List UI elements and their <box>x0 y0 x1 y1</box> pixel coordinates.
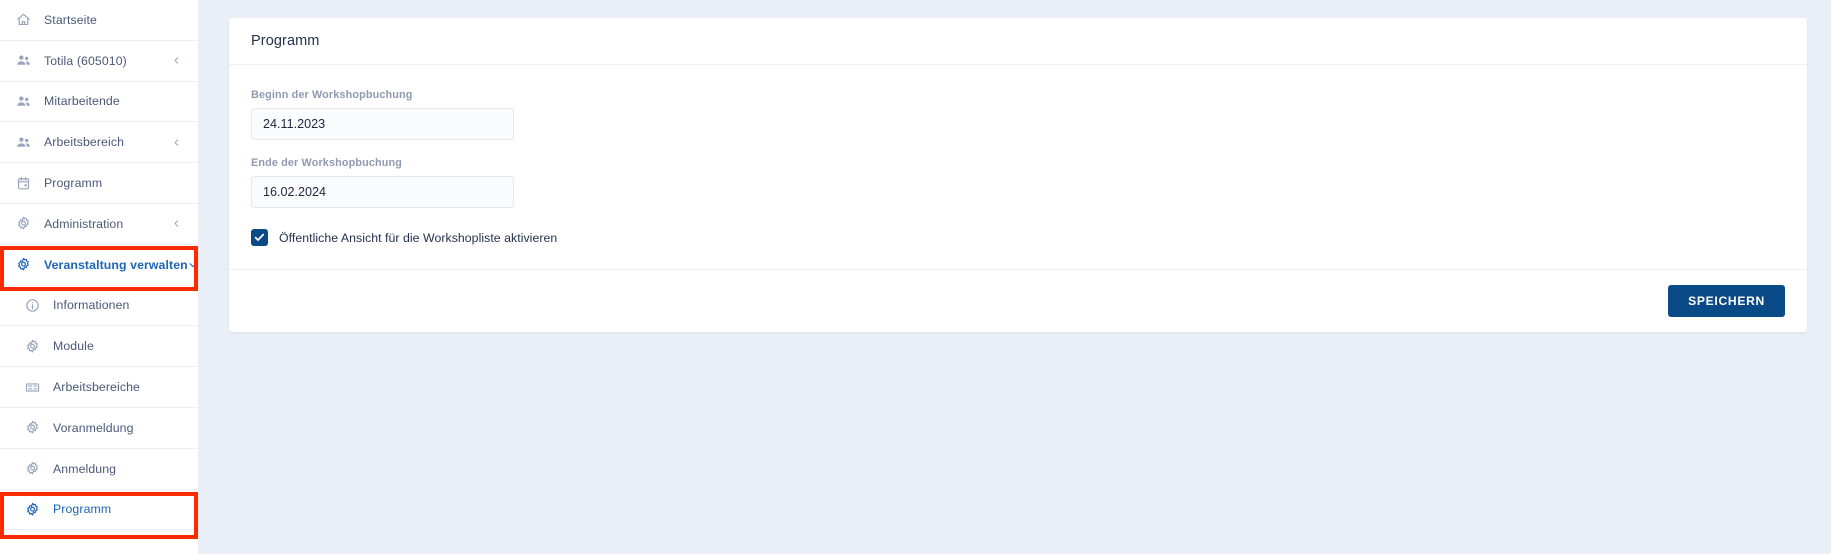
main-content: Programm Beginn der Workshopbuchung 24.11… <box>198 0 1831 554</box>
sidebar-item-programm[interactable]: Programm <box>0 163 198 204</box>
sidebar-subitem-voranmeldung[interactable]: Voranmeldung <box>0 407 198 449</box>
sidebar-subitem-anmeldung[interactable]: Anmeldung <box>0 448 198 490</box>
sidebar-subitem-label: Arbeitsbereiche <box>53 380 140 395</box>
sidebar-item-arbeitsbereich[interactable]: Arbeitsbereich <box>0 122 198 164</box>
form-field: Beginn der Workshopbuchung 24.11.2023 <box>251 89 1785 140</box>
card-body: Beginn der Workshopbuchung 24.11.2023 Ende… <box>229 65 1807 269</box>
sidebar-item-label: Arbeitsbereich <box>44 135 125 150</box>
chevron-left-icon[interactable] <box>171 218 182 229</box>
public-view-checkbox-row[interactable]: Öffentliche Ansicht für die Workshoplist… <box>251 229 1785 246</box>
card-header: Programm <box>229 18 1807 65</box>
sidebar-subitem-label: Informationen <box>53 298 130 313</box>
sidebar-sub-nav-list: Informationen Module Arbeitsbereiche Voranm… <box>0 285 198 531</box>
gear-icon <box>23 418 42 437</box>
sidebar-item-veranstaltung-verwalten[interactable]: Veranstaltung verwalten <box>0 244 198 286</box>
sidebar-item-totila-605010[interactable]: Totila (605010) <box>0 40 198 82</box>
chevron-down-icon[interactable] <box>188 259 198 270</box>
sidebar-subitem-module[interactable]: Module <box>0 326 198 368</box>
people-icon <box>14 133 33 152</box>
sidebar-subitem-programm[interactable]: Programm <box>0 489 198 531</box>
sidebar-subitem-informationen[interactable]: Informationen <box>0 285 198 327</box>
sidebar-subitem-arbeitsbereiche[interactable]: Arbeitsbereiche <box>0 367 198 408</box>
booking-end-date-input[interactable]: 16.02.2024 <box>251 176 514 208</box>
sidebar-item-mitarbeitende[interactable]: Mitarbeitende <box>0 81 198 123</box>
booking-start-date-input[interactable]: 24.11.2023 <box>251 108 514 140</box>
form-fields: Beginn der Workshopbuchung 24.11.2023 Ende… <box>251 89 1785 208</box>
sidebar-subitem-label: Voranmeldung <box>53 420 134 435</box>
sidebar: Startseite Totila (605010) Mitarbeitende Ar… <box>0 0 198 554</box>
form-field: Ende der Workshopbuchung 16.02.2024 <box>251 157 1785 208</box>
gear-icon <box>23 337 42 356</box>
programm-card: Programm Beginn der Workshopbuchung 24.11… <box>229 18 1807 332</box>
people-icon <box>14 51 33 70</box>
page-title: Programm <box>251 33 320 49</box>
sidebar-item-startseite[interactable]: Startseite <box>0 0 198 41</box>
sidebar-subitem-label: Module <box>53 339 94 354</box>
gear-icon <box>14 214 33 233</box>
public-view-checkbox-label: Öffentliche Ansicht für die Workshoplist… <box>279 230 558 245</box>
chevron-left-icon[interactable] <box>171 55 182 66</box>
gear-icon <box>23 459 42 478</box>
sidebar-item-label: Administration <box>44 216 124 231</box>
public-view-checkbox[interactable] <box>251 229 268 246</box>
field-label: Ende der Workshopbuchung <box>251 157 402 169</box>
sidebar-item-label: Mitarbeitende <box>44 94 120 109</box>
home-icon <box>14 10 33 29</box>
calendar-icon <box>14 174 33 193</box>
field-label: Beginn der Workshopbuchung <box>251 89 413 101</box>
sidebar-item-label: Totila (605010) <box>44 53 127 68</box>
sidebar-item-label: Veranstaltung verwalten <box>44 257 188 272</box>
gear-icon <box>23 500 42 519</box>
sidebar-subitem-label: Programm <box>53 502 112 517</box>
chevron-left-icon[interactable] <box>171 137 182 148</box>
sidebar-subitem-label: Anmeldung <box>53 461 117 476</box>
list-icon <box>23 378 42 397</box>
sidebar-nav-list: Startseite Totila (605010) Mitarbeitende Ar… <box>0 0 198 286</box>
gear-icon <box>14 255 33 274</box>
sidebar-item-label: Programm <box>44 176 103 191</box>
save-button[interactable]: SPEICHERN <box>1668 285 1785 317</box>
card-footer: SPEICHERN <box>229 269 1807 332</box>
info-circle-icon <box>23 296 42 315</box>
people-icon <box>14 92 33 111</box>
sidebar-item-label: Startseite <box>44 12 97 27</box>
app-root: Startseite Totila (605010) Mitarbeitende Ar… <box>0 0 1831 554</box>
sidebar-item-administration[interactable]: Administration <box>0 203 198 245</box>
